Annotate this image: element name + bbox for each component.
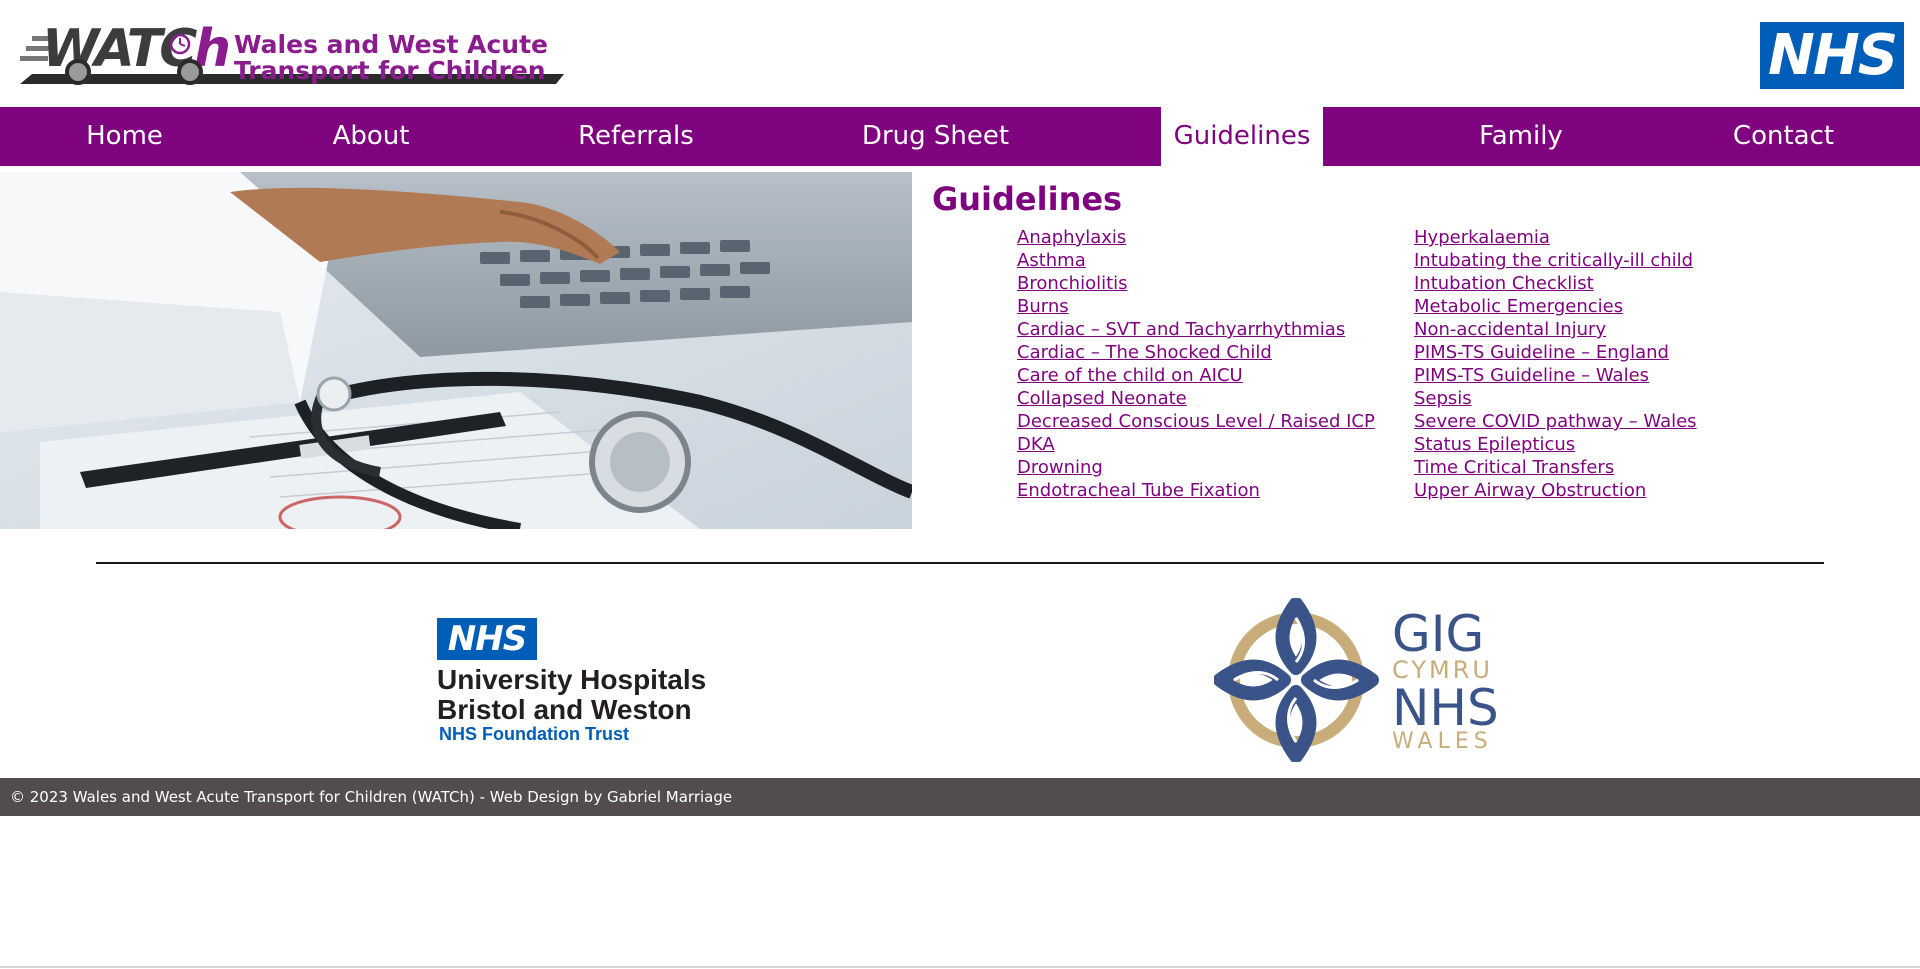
footer-copyright: © 2023 Wales and West Acute Transport fo… [10,788,733,806]
laptop-stethoscope-illustration [0,172,912,529]
list-item: Status Epilepticus [1414,433,1697,456]
guideline-link[interactable]: Bronchiolitis [1017,273,1128,294]
gig-label: GIG [1392,605,1485,663]
logo-title-line1: Wales and West Acute [234,30,548,59]
uhbw-logo[interactable]: NHS University Hospitals Bristol and Wes… [437,618,717,748]
hero-image [0,172,912,529]
list-item: Intubating the critically-ill child [1414,249,1697,272]
list-item: Cardiac – SVT and Tachyarrhythmias [1017,318,1375,341]
nav-referrals[interactable]: Referrals [493,107,779,166]
guideline-link[interactable]: DKA [1017,434,1055,455]
list-item: PIMS-TS Guideline – Wales [1414,364,1697,387]
list-item: Metabolic Emergencies [1414,295,1697,318]
list-item: Non-accidental Injury [1414,318,1697,341]
uhbw-name-line2: Bristol and Weston [437,694,692,725]
nhs-wales-label: NHS [1392,679,1499,737]
nav-guidelines[interactable]: Guidelines [1161,107,1323,166]
logo-title-line2: Transport for Children [234,56,546,85]
guideline-link[interactable]: Endotracheal Tube Fixation [1017,480,1260,501]
guideline-link[interactable]: Non-accidental Injury [1414,319,1606,340]
nav-contact[interactable]: Contact [1641,107,1920,166]
logo-title: Wales and West Acute Transport for Child… [234,32,548,84]
nav-home[interactable]: Home [0,107,249,166]
guideline-link[interactable]: Drowning [1017,457,1103,478]
list-item: Bronchiolitis [1017,272,1375,295]
uhbw-nhs-badge: NHS [437,618,537,660]
list-item: Cardiac – The Shocked Child [1017,341,1375,364]
guideline-link[interactable]: Time Critical Transfers [1414,457,1614,478]
guidelines-list-left: Anaphylaxis Asthma Bronchiolitis Burns C… [1017,226,1375,502]
list-item: Upper Airway Obstruction [1414,479,1697,502]
page-title: Guidelines [932,180,1123,218]
guideline-link[interactable]: Intubating the critically-ill child [1414,250,1693,271]
list-item: Care of the child on AICU [1017,364,1375,387]
guideline-link[interactable]: Decreased Conscious Level / Raised ICP [1017,411,1375,432]
site-footer: © 2023 Wales and West Acute Transport fo… [0,778,1920,816]
guideline-link[interactable]: Burns [1017,296,1069,317]
list-item: Sepsis [1414,387,1697,410]
guideline-link[interactable]: Care of the child on AICU [1017,365,1243,386]
list-item: Asthma [1017,249,1375,272]
nav-about[interactable]: About [249,107,493,166]
list-item: Intubation Checklist [1414,272,1697,295]
watch-logo[interactable]: WATC h Wales and West Acute Transport fo… [12,18,572,90]
guideline-link[interactable]: Asthma [1017,250,1086,271]
site-header: WATC h Wales and West Acute Transport fo… [0,0,1920,106]
section-divider [96,562,1824,564]
guideline-link[interactable]: Cardiac – SVT and Tachyarrhythmias [1017,319,1345,340]
wales-label: WALES [1392,729,1493,754]
guideline-link[interactable]: PIMS-TS Guideline – England [1414,342,1669,363]
list-item: Burns [1017,295,1375,318]
list-item: Time Critical Transfers [1414,456,1697,479]
nav-family[interactable]: Family [1401,107,1641,166]
list-item: Hyperkalaemia [1414,226,1697,249]
guideline-link[interactable]: PIMS-TS Guideline – Wales [1414,365,1649,386]
list-item: Collapsed Neonate [1017,387,1375,410]
page: WATC h Wales and West Acute Transport fo… [0,0,1920,969]
list-item: PIMS-TS Guideline – England [1414,341,1697,364]
list-item: Anaphylaxis [1017,226,1375,249]
list-item: Severe COVID pathway – Wales [1414,410,1697,433]
guideline-link[interactable]: Collapsed Neonate [1017,388,1187,409]
nhs-logo[interactable]: NHS [1760,22,1904,89]
guideline-link[interactable]: Severe COVID pathway – Wales [1414,411,1697,432]
list-item: DKA [1017,433,1375,456]
guideline-link[interactable]: Hyperkalaemia [1414,227,1550,248]
list-item: Drowning [1017,456,1375,479]
list-item: Endotracheal Tube Fixation [1017,479,1375,502]
bottom-border [0,966,1920,968]
guideline-link[interactable]: Metabolic Emergencies [1414,296,1623,317]
uhbw-trust-line: NHS Foundation Trust [439,724,629,744]
list-item: Decreased Conscious Level / Raised ICP [1017,410,1375,433]
guideline-link[interactable]: Upper Airway Obstruction [1414,480,1646,501]
guideline-link[interactable]: Status Epilepticus [1414,434,1575,455]
gig-cymru-nhs-wales-logo[interactable]: GIG CYMRU NHS WALES [1214,598,1514,762]
celtic-knot-icon [1214,598,1379,762]
guideline-link[interactable]: Sepsis [1414,388,1472,409]
guideline-link[interactable]: Cardiac – The Shocked Child [1017,342,1272,363]
main-nav: Home About Referrals Drug Sheet Guidelin… [0,107,1920,166]
guideline-link[interactable]: Anaphylaxis [1017,227,1126,248]
nav-drug-sheet[interactable]: Drug Sheet [779,107,1092,166]
uhbw-name-line1: University Hospitals [437,664,707,695]
guideline-link[interactable]: Intubation Checklist [1414,273,1594,294]
guidelines-list-right: Hyperkalaemia Intubating the critically-… [1414,226,1697,502]
